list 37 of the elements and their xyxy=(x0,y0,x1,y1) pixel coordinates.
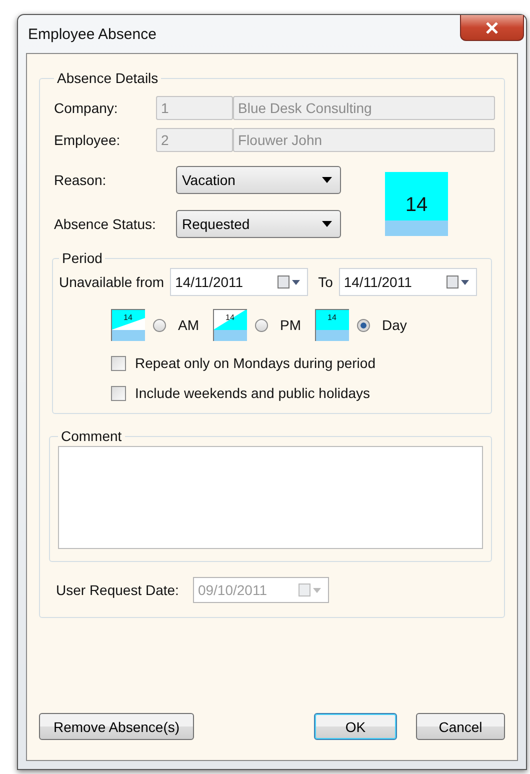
date-picker[interactable]: 14/11/2011 xyxy=(170,268,308,296)
ok-button[interactable]: OK xyxy=(314,713,397,740)
group-title: Period xyxy=(61,250,104,266)
calendar-icon xyxy=(298,583,324,597)
reason-dropdown[interactable]: Vacation xyxy=(176,166,341,194)
company-name-field: Blue Desk Consulting xyxy=(233,96,495,120)
day-part-icon: 14 xyxy=(213,309,247,341)
field-label: Absence Status: xyxy=(54,216,157,232)
day-part-icon: 14 xyxy=(111,309,145,341)
status-dropdown[interactable]: Requested xyxy=(176,210,341,238)
close-button[interactable] xyxy=(460,15,524,41)
radio-button[interactable]: AM xyxy=(153,317,199,333)
field-label: Reason: xyxy=(54,172,108,188)
cancel-button[interactable]: Cancel xyxy=(416,713,505,740)
day-number: 14 xyxy=(405,194,428,216)
field-label: Company: xyxy=(54,100,119,116)
company-code-field: 1 xyxy=(156,96,233,120)
group-title: Absence Details xyxy=(56,70,160,86)
caret-icon xyxy=(322,221,332,227)
radio-button[interactable]: PM xyxy=(255,317,301,333)
group-title: Comment xyxy=(60,428,123,444)
remove-button[interactable]: Remove Absence(s) xyxy=(39,713,194,740)
employee-code-field: 2 xyxy=(156,128,233,152)
date-picker[interactable]: 14/11/2011 xyxy=(338,268,477,296)
field-label: To xyxy=(318,274,333,290)
field-label: Unavailable from xyxy=(59,274,164,290)
field-label: Employee: xyxy=(54,132,122,148)
checkbox[interactable]: Include weekends and public holidays xyxy=(111,383,485,403)
calendar-icon xyxy=(446,275,472,289)
close-icon xyxy=(485,22,499,34)
field-label: User Request Date: xyxy=(56,582,179,598)
comment-field[interactable] xyxy=(58,446,483,549)
checkbox[interactable]: Repeat only on Mondays during period xyxy=(111,353,485,373)
radio-button[interactable]: Day xyxy=(357,317,407,333)
caret-icon xyxy=(322,177,332,183)
window-title: Employee Absence xyxy=(27,26,156,42)
employee-name-field: Flouwer John xyxy=(233,128,495,152)
